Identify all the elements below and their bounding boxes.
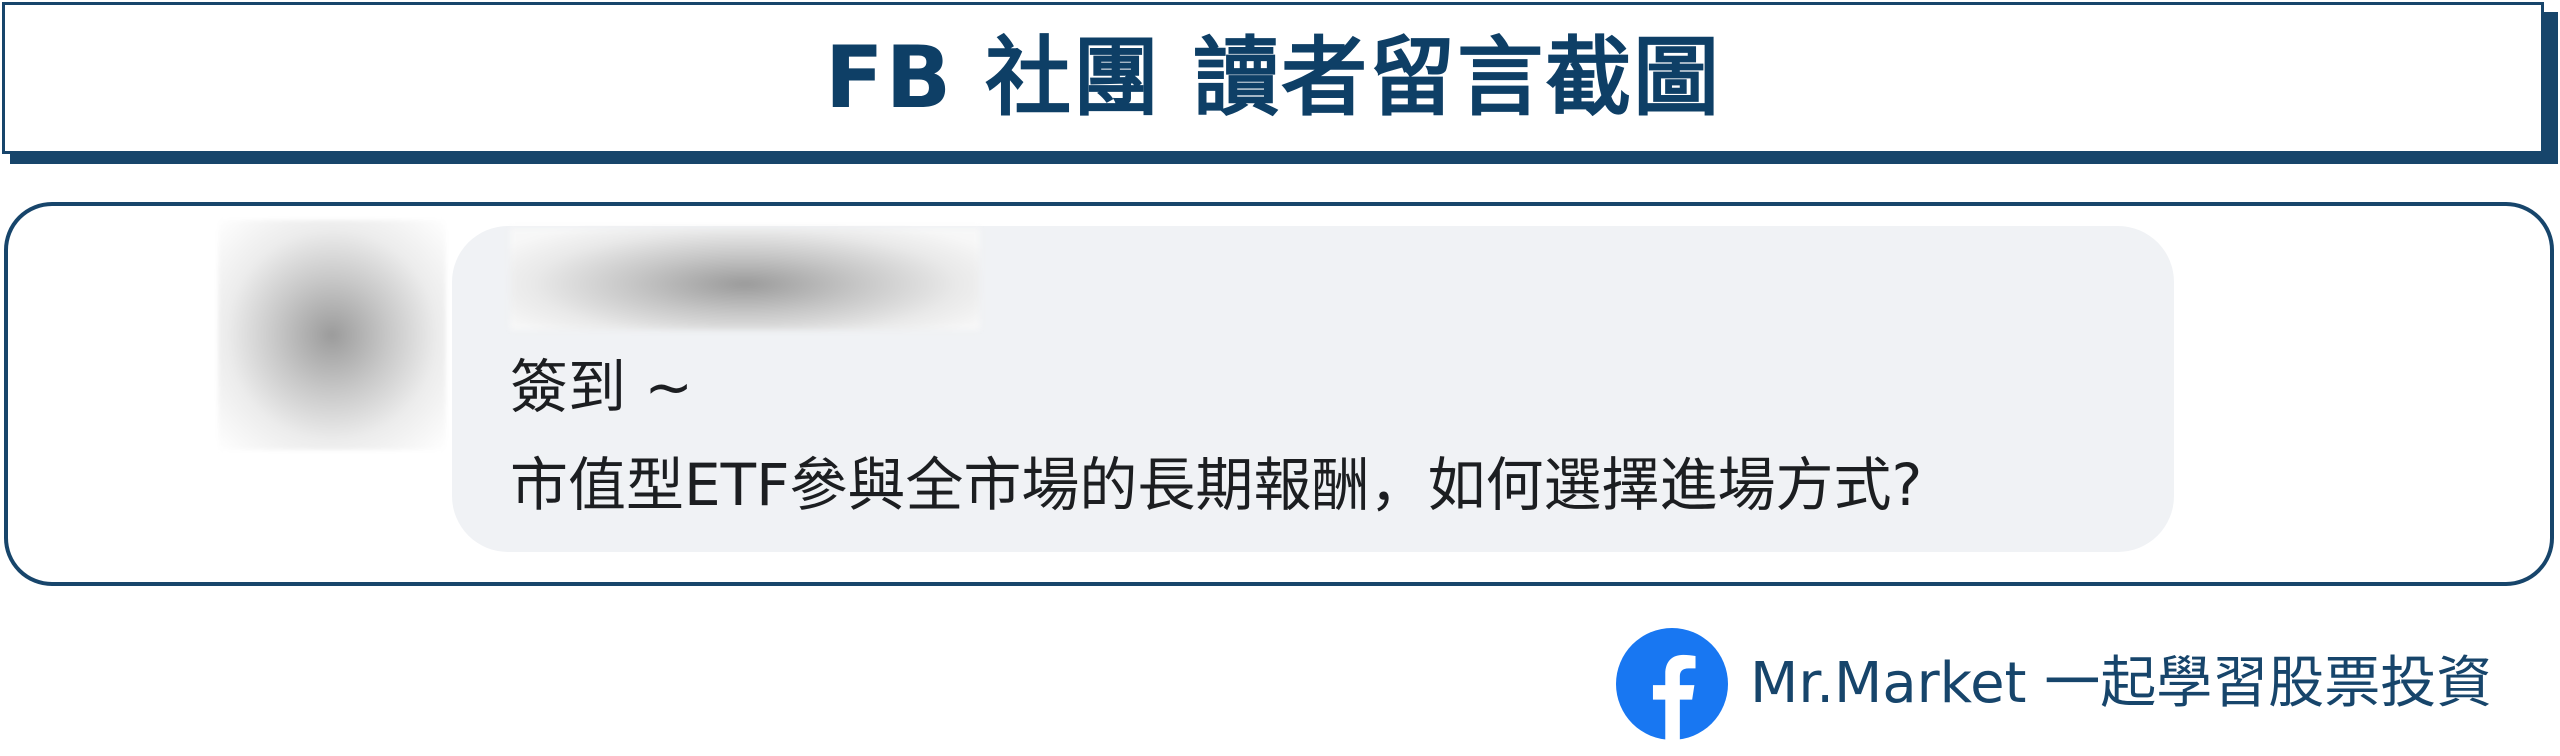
commenter-name-blurred[interactable] — [510, 228, 980, 330]
brand-text: Mr.Market 一起學習股票投資 — [1750, 651, 2493, 716]
comment-text-line-1: 簽到 ~ — [510, 353, 694, 421]
facebook-icon — [1616, 628, 1728, 740]
comment-text-line-2: 市值型ETF參與全市場的長期報酬，如何選擇進場方式? — [510, 451, 1923, 519]
avatar[interactable] — [218, 220, 446, 450]
page-title: FB 社團 讀者留言截圖 — [824, 28, 1722, 128]
footer-brand: Mr.Market 一起學習股票投資 — [1616, 626, 2492, 742]
header-banner: FB 社團 讀者留言截圖 — [2, 2, 2544, 154]
